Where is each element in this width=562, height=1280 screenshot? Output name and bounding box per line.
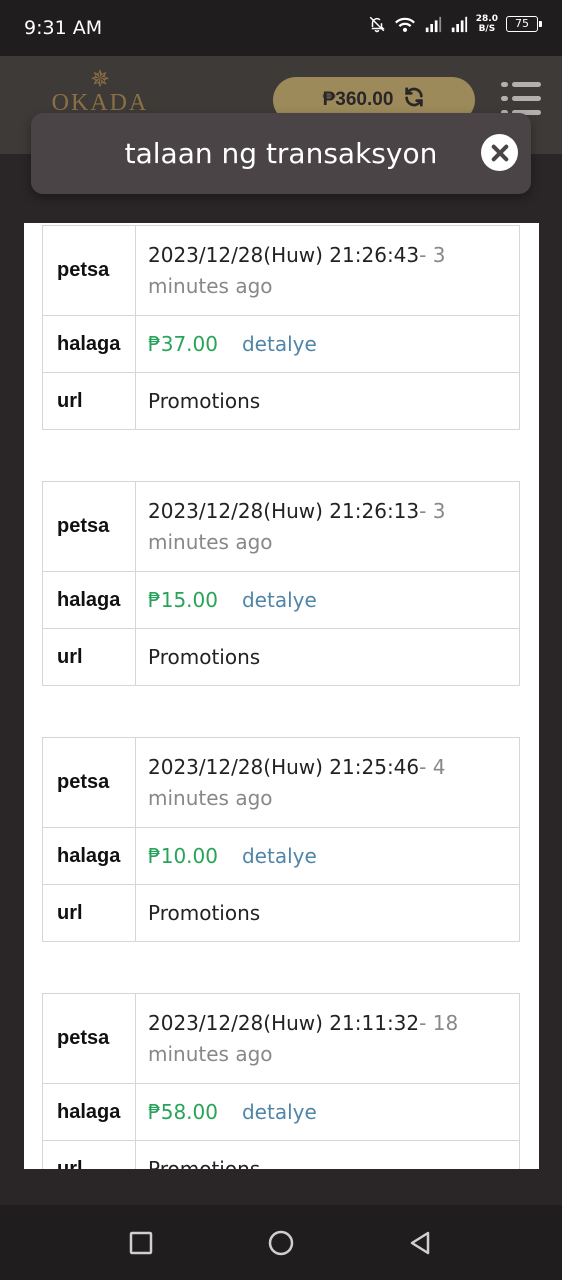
transaction-records: petsa 2023/12/28(Huw) 21:26:43- 3 minute… (42, 225, 520, 1169)
date-row: petsa 2023/12/28(Huw) 21:25:46- 4 minute… (43, 738, 519, 827)
detail-link[interactable]: detalye (242, 332, 317, 356)
modal-header: talaan ng transaksyon (31, 113, 531, 194)
signal-icon (450, 15, 468, 33)
date-text: 2023/12/28(Huw) 21:26:13 (148, 499, 420, 523)
amount-row: halaga ₱58.00 detalye (43, 1083, 519, 1140)
transaction-record: petsa 2023/12/28(Huw) 21:26:13- 3 minute… (42, 481, 520, 686)
amount-text: ₱10.00 (148, 844, 218, 868)
url-label: url (43, 629, 136, 685)
net-speed-value: 28.0 (475, 14, 498, 24)
date-label: petsa (43, 738, 136, 827)
amount-text: ₱58.00 (148, 1100, 218, 1124)
date-text: 2023/12/28(Huw) 21:26:43 (148, 243, 420, 267)
recents-icon[interactable] (128, 1230, 154, 1256)
amount-text: ₱37.00 (148, 332, 218, 356)
transaction-list-panel[interactable]: petsa 2023/12/28(Huw) 21:26:43- 3 minute… (24, 223, 539, 1169)
date-text: 2023/12/28(Huw) 21:11:32 (148, 1011, 420, 1035)
url-row: url Promotions (43, 1140, 519, 1169)
url-value: Promotions (148, 901, 261, 925)
battery-indicator: 75 (506, 16, 542, 32)
close-icon[interactable] (481, 134, 518, 171)
home-icon[interactable] (268, 1230, 294, 1256)
amount-label: halaga (43, 828, 136, 884)
date-row: petsa 2023/12/28(Huw) 21:26:13- 3 minute… (43, 482, 519, 571)
date-row: petsa 2023/12/28(Huw) 21:26:43- 3 minute… (43, 226, 519, 315)
amount-value: ₱58.00 detalye (136, 1084, 519, 1140)
date-label: petsa (43, 226, 136, 315)
url-label: url (43, 373, 136, 429)
date-value: 2023/12/28(Huw) 21:25:46- 4 minutes ago (136, 738, 519, 827)
system-nav-bar (0, 1205, 562, 1280)
amount-label: halaga (43, 572, 136, 628)
detail-link[interactable]: detalye (242, 588, 317, 612)
date-text: 2023/12/28(Huw) 21:25:46 (148, 755, 420, 779)
status-time: 9:31 AM (24, 17, 103, 39)
amount-value: ₱15.00 detalye (136, 572, 519, 628)
amount-row: halaga ₱37.00 detalye (43, 315, 519, 372)
signal-icon (424, 15, 442, 33)
amount-label: halaga (43, 1084, 136, 1140)
balance-amount: ₱360.00 (322, 89, 394, 110)
date-value: 2023/12/28(Huw) 21:26:43- 3 minutes ago (136, 226, 519, 315)
modal-title: talaan ng transaksyon (124, 137, 438, 170)
logo-star-icon: ✵ (89, 66, 111, 93)
amount-row: halaga ₱15.00 detalye (43, 571, 519, 628)
notifications-off-icon (368, 15, 386, 33)
url-row: url Promotions (43, 372, 519, 429)
detail-link[interactable]: detalye (242, 1100, 317, 1124)
refresh-icon[interactable] (403, 86, 425, 114)
amount-text: ₱15.00 (148, 588, 218, 612)
menu-icon[interactable] (501, 82, 541, 116)
url-row: url Promotions (43, 884, 519, 941)
transaction-record: petsa 2023/12/28(Huw) 21:11:32- 18 minut… (42, 993, 520, 1169)
url-row: url Promotions (43, 628, 519, 685)
url-label: url (43, 885, 136, 941)
detail-link[interactable]: detalye (242, 844, 317, 868)
net-speed-unit: B/S (478, 24, 496, 34)
url-value: Promotions (148, 1157, 261, 1169)
wifi-icon (394, 15, 416, 33)
net-speed: 28.0 B/S (476, 14, 498, 34)
url-label: url (43, 1141, 136, 1169)
amount-value: ₱37.00 detalye (136, 316, 519, 372)
url-value: Promotions (148, 389, 261, 413)
date-value: 2023/12/28(Huw) 21:26:13- 3 minutes ago (136, 482, 519, 571)
status-bar: 9:31 AM 28.0 B/S 75 (0, 0, 562, 56)
transaction-record: petsa 2023/12/28(Huw) 21:26:43- 3 minute… (42, 225, 520, 430)
date-row: petsa 2023/12/28(Huw) 21:11:32- 18 minut… (43, 994, 519, 1083)
transaction-record: petsa 2023/12/28(Huw) 21:25:46- 4 minute… (42, 737, 520, 942)
url-value: Promotions (148, 645, 261, 669)
date-label: petsa (43, 994, 136, 1083)
date-value: 2023/12/28(Huw) 21:11:32- 18 minutes ago (136, 994, 519, 1083)
status-icons: 28.0 B/S 75 (368, 14, 542, 34)
back-icon[interactable] (407, 1230, 433, 1256)
amount-value: ₱10.00 detalye (136, 828, 519, 884)
date-label: petsa (43, 482, 136, 571)
amount-row: halaga ₱10.00 detalye (43, 827, 519, 884)
amount-label: halaga (43, 316, 136, 372)
brand-logo: ✵ OKADA (48, 68, 152, 117)
